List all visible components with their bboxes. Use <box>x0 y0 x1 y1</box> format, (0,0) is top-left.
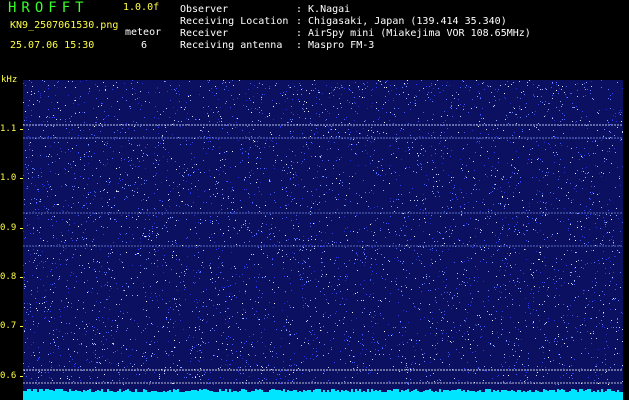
spectrogram-plot <box>23 80 623 400</box>
y-axis-unit: kHz <box>1 75 18 85</box>
info-location-key: Receiving Location <box>180 16 289 27</box>
meteor-count: 6 <box>141 40 148 51</box>
info-receiver-value: : AirSpy mini (Miakejima VOR 108.65MHz) <box>296 28 531 39</box>
meteor-label: meteor <box>125 27 162 38</box>
y-tick-label: 1.1 <box>0 124 17 134</box>
file-datetime: 25.07.06 15:30 <box>10 40 95 51</box>
spectrogram-image <box>23 80 623 400</box>
y-tick-label: 0.7 <box>0 321 17 332</box>
app-version: 1.0.0f <box>123 2 160 13</box>
info-antenna-key: Receiving antenna <box>180 40 283 51</box>
info-location-value: : Chigasaki, Japan (139.414 35.340) <box>296 16 507 27</box>
info-observer-value: : K.Nagai <box>296 4 351 15</box>
y-tick-label: 1.0 <box>0 173 17 184</box>
app-title: HROFFT <box>8 0 89 16</box>
file-name: KN9_2507061530.png <box>10 20 119 31</box>
y-tick-label: 0.8 <box>0 271 17 282</box>
y-tick-label: 0.6 <box>0 370 17 381</box>
y-tick-label: 0.9 <box>0 222 17 233</box>
info-antenna-value: : Maspro FM-3 <box>296 40 375 51</box>
info-observer-key: Observer <box>180 4 229 15</box>
header-panel: HROFFT 1.0.0f KN9_2507061530.png meteor … <box>0 0 629 80</box>
info-receiver-key: Receiver <box>180 28 229 39</box>
